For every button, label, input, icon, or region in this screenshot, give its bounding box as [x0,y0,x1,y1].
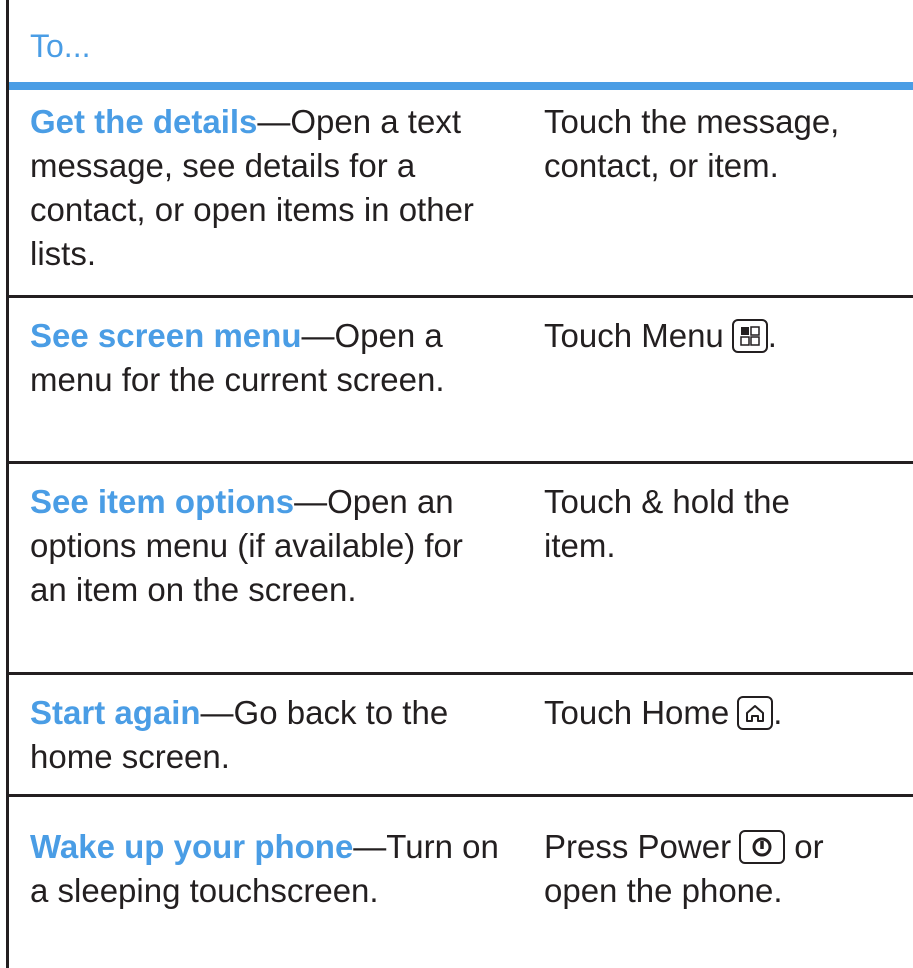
row-action-line: Touch the message, [544,103,840,140]
row-action-suffix: . [773,694,783,731]
table-row: Wake up your phone—Turn on a sleeping to… [9,797,913,968]
row-action-line: item. [544,527,616,564]
row-description-cell: Get the details—Open a text message, see… [30,100,500,276]
menu-key-icon [731,319,768,353]
row-term: See item options [30,483,295,520]
row-action-text: Press Power [544,828,732,865]
row-action-text: Touch Home [544,694,730,731]
table-row: See item options—Open an options menu (i… [9,464,913,674]
header-label: To... [30,28,91,64]
row-action-text: Touch Menu [544,317,724,354]
row-term: Start again [30,694,201,731]
row-action-cell: Touch Menu. [544,314,913,358]
row-action-line: Touch & hold the [544,483,790,520]
table-header: To... [9,0,913,82]
home-key-icon [737,696,774,730]
table-row: Get the details—Open a text message, see… [9,90,913,298]
row-action-cell: Touch the message, contact, or item. [544,100,913,188]
row-action-suffix: . [767,317,777,354]
instructions-table: To... Get the details—Open a text messag… [0,0,913,968]
header-rule [9,82,913,90]
row-action-line: contact, or item. [544,147,779,184]
row-action-line: open the phone. [544,872,783,909]
row-term: Wake up your phone [30,828,354,865]
row-description-cell: See item options—Open an options menu (i… [30,480,500,612]
row-action-suffix: or [785,828,824,865]
row-term: Get the details [30,103,258,140]
row-action-cell: Touch & hold the item. [544,480,913,568]
table-row: Start again—Go back to the home screen. … [9,675,913,795]
row-action-cell: Press Power or open the phone. [544,825,913,913]
row-description-cell: Wake up your phone—Turn on a sleeping to… [30,825,510,913]
row-description-cell: Start again—Go back to the home screen. [30,691,500,779]
table-row: See screen menu—Open a menu for the curr… [9,298,913,464]
row-term: See screen menu [30,317,302,354]
row-description-cell: See screen menu—Open a menu for the curr… [30,314,500,402]
power-key-icon [739,830,786,864]
row-action-cell: Touch Home. [544,691,913,735]
